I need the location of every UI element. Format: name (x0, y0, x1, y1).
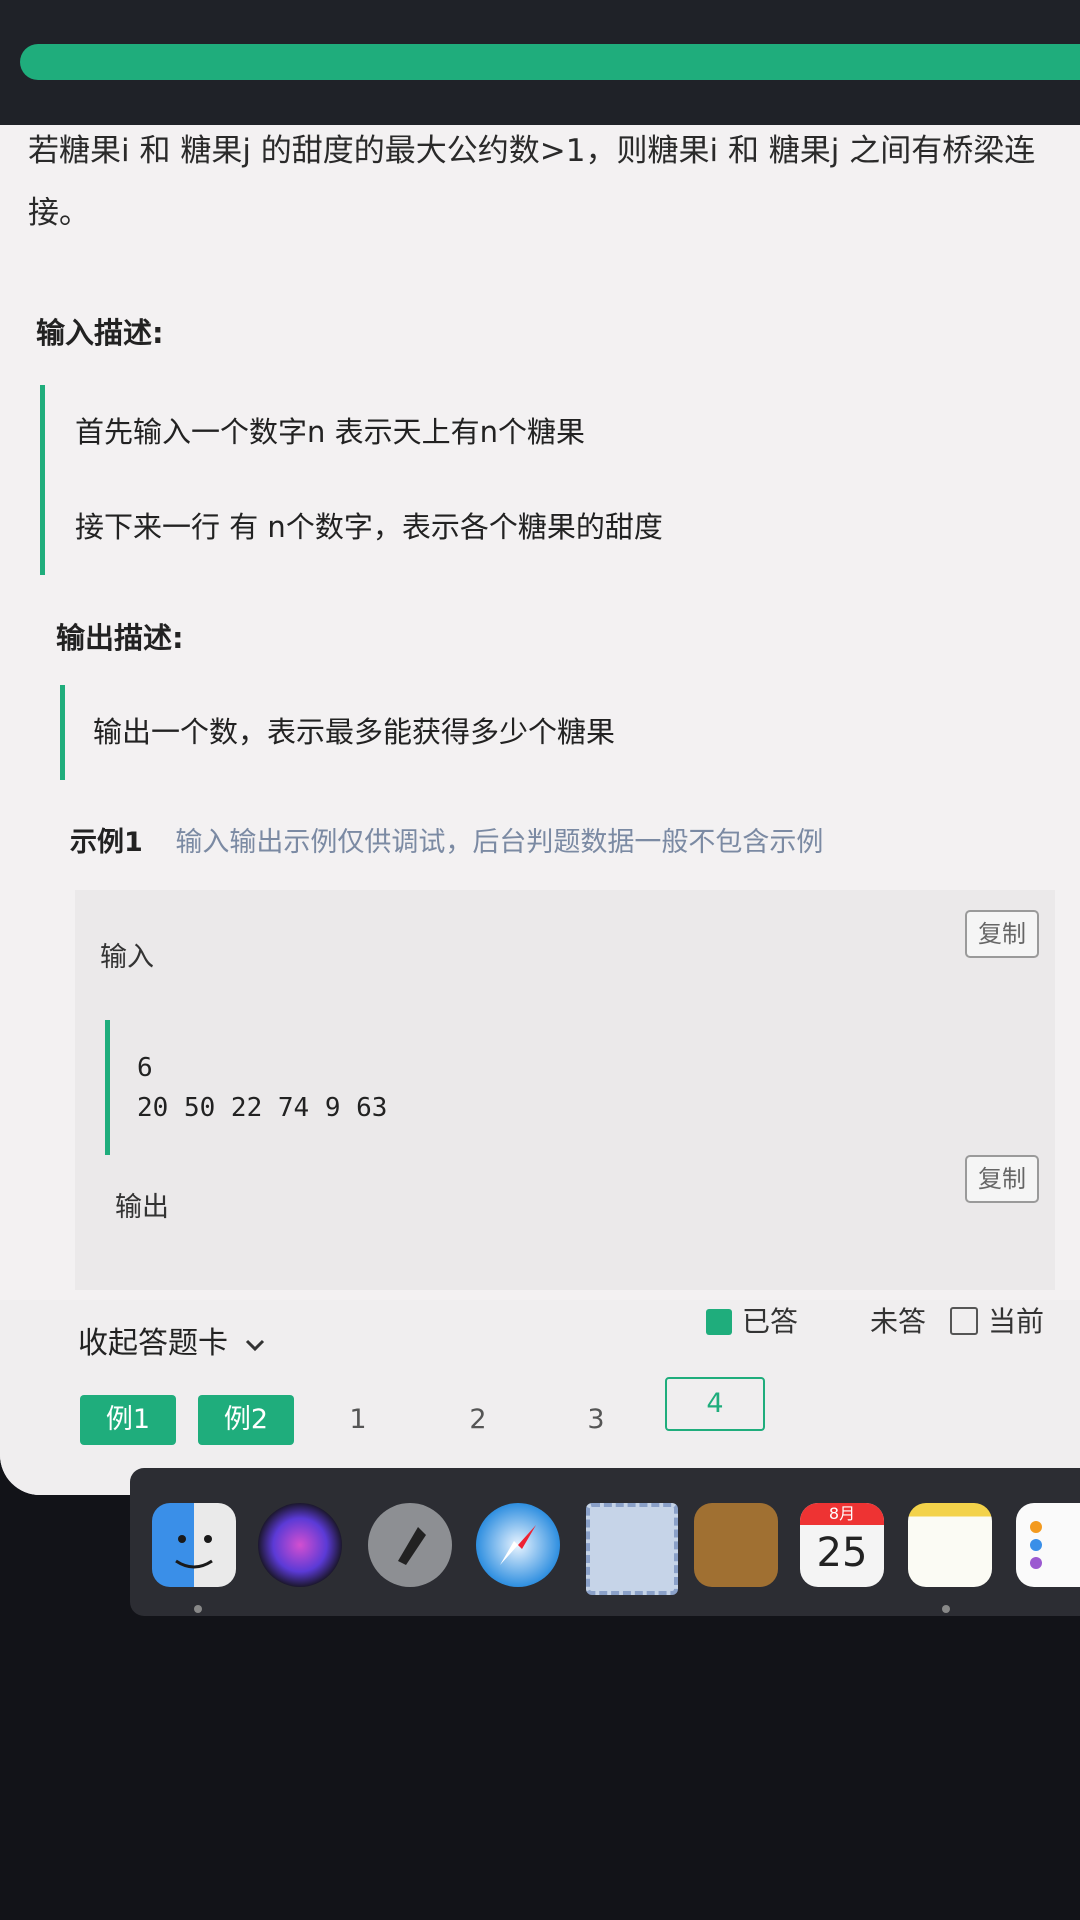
reminders-icon[interactable] (1016, 1503, 1080, 1587)
copy-output-button[interactable]: 复制 (965, 1155, 1039, 1203)
output-line-1: 输出一个数，表示最多能获得多少个糖果 (93, 715, 616, 749)
progress-bar (20, 44, 1080, 80)
question-2-button[interactable]: 2 (430, 1395, 526, 1445)
example-hint: 输入输出示例仅供调试，后台判题数据一般不包含示例 (175, 827, 824, 858)
contacts-icon[interactable] (694, 1503, 778, 1587)
legend-unanswered-label: 未答 (870, 1305, 927, 1338)
answered-square-icon (706, 1309, 732, 1335)
question-4-button[interactable]: 4 (665, 1377, 765, 1431)
question-1-button[interactable]: 1 (310, 1395, 406, 1445)
finder-running-indicator (194, 1605, 202, 1613)
question-example2-button[interactable]: 例2 (198, 1395, 294, 1445)
notes-icon[interactable] (908, 1503, 992, 1587)
input-description-block: 首先输入一个数字n 表示天上有n个糖果 接下来一行 有 n个数字，表示各个糖果的… (40, 385, 975, 575)
browser-screen: 若糖果i 和 糖果j 的甜度的最大公约数>1，则糖果i 和 糖果j 之间有桥梁连… (0, 0, 1080, 1495)
safari-icon[interactable] (476, 1503, 560, 1587)
legend-current-label: 当前 (988, 1305, 1045, 1338)
example-output-label: 输出 (115, 1192, 169, 1223)
question-3-button[interactable]: 3 (548, 1395, 644, 1445)
current-square-icon (950, 1307, 978, 1335)
calendar-icon[interactable]: 8月 25 (800, 1503, 884, 1587)
example-input-label: 输入 (100, 942, 154, 973)
example-label: 示例1 (70, 827, 143, 858)
collapse-label: 收起答题卡 (78, 1326, 228, 1361)
input-description-title: 输入描述: (36, 316, 164, 350)
copy-input-button[interactable]: 复制 (965, 910, 1039, 958)
output-description-title: 输出描述: (56, 621, 184, 655)
calendar-day: 25 (816, 1530, 868, 1576)
legend-answered: 已答 (706, 1300, 798, 1340)
output-description-block: 输出一个数，表示最多能获得多少个糖果 (60, 685, 993, 780)
finder-icon[interactable] (152, 1503, 236, 1587)
calendar-month: 8月 (800, 1503, 884, 1525)
code-line-2: 20 50 22 74 9 63 (137, 1093, 388, 1123)
question-example1-button[interactable]: 例1 (80, 1395, 176, 1445)
mail-icon[interactable] (586, 1503, 678, 1595)
code-line-1: 6 (137, 1053, 153, 1083)
siri-icon[interactable] (258, 1503, 342, 1587)
launchpad-icon[interactable] (368, 1503, 452, 1587)
legend-current: 当前 (950, 1300, 1044, 1340)
top-toolbar (0, 0, 1080, 125)
problem-description: 若糖果i 和 糖果j 的甜度的最大公约数>1，则糖果i 和 糖果j 之间有桥梁连… (28, 133, 1036, 231)
legend-answered-label: 已答 (742, 1305, 799, 1338)
input-line-2: 接下来一行 有 n个数字，表示各个糖果的甜度 (75, 510, 663, 544)
collapse-answer-card-button[interactable]: 收起答题卡 (78, 1318, 266, 1362)
legend-unanswered: 未答 (870, 1300, 926, 1340)
example-input-code: 6 20 50 22 74 9 63 (105, 1020, 837, 1155)
notes-running-indicator (942, 1605, 950, 1613)
input-line-1: 首先输入一个数字n 表示天上有n个糖果 (75, 415, 585, 449)
chevron-down-icon (244, 1326, 266, 1361)
example-header: 示例1 输入输出示例仅供调试，后台判题数据一般不包含示例 (70, 820, 823, 859)
